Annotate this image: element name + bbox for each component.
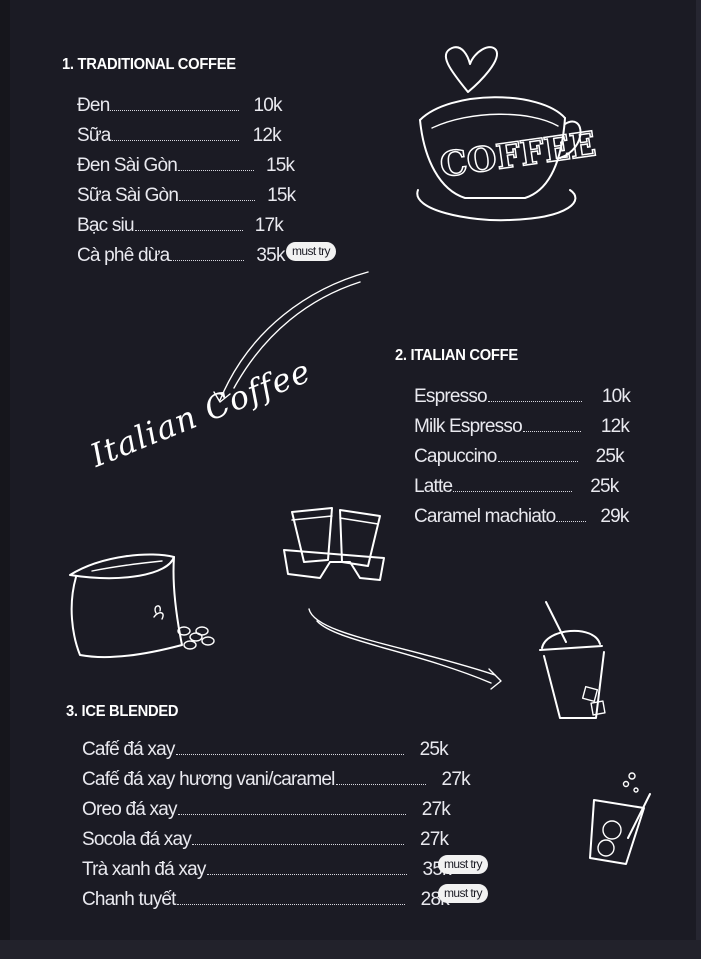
item-price: 15k <box>266 155 295 176</box>
item-price: 12k <box>600 416 630 437</box>
item-name: Bạc siu <box>77 215 135 236</box>
item-price: 27k <box>441 769 471 790</box>
menu-item: Chanh tuyết 28k <box>82 881 470 911</box>
leader-dots <box>522 431 581 432</box>
leader-dots <box>335 784 426 785</box>
menu-item: Cà phê dừa 35k <box>77 237 295 267</box>
menu-item: Latte 25k <box>414 468 630 498</box>
item-price: 10k <box>601 386 631 407</box>
item-price: 35k <box>256 245 285 266</box>
item-name: Latte <box>414 476 453 497</box>
menu-item: Cafế đá xay hương vani/caramel 27k <box>82 761 471 791</box>
item-name: Cafế đá xay <box>82 739 175 760</box>
must-try-badge: must try <box>438 855 488 874</box>
item-name: Đen <box>77 95 110 116</box>
menu-item: Milk Espresso 12k <box>414 408 630 438</box>
item-price: 10k <box>253 95 282 116</box>
leader-dots <box>134 230 243 231</box>
leader-dots <box>556 521 587 522</box>
menu-item: Oreo đá xay 27k <box>82 791 470 821</box>
item-name: Trà xanh đá xay <box>82 859 206 880</box>
leader-dots <box>497 461 578 462</box>
item-price: 27k <box>421 799 451 820</box>
item-name: Đen Sài Gòn <box>77 155 178 176</box>
item-name: Socola đá xay <box>82 829 192 850</box>
leader-dots <box>177 814 406 815</box>
item-name: Cafế đá xay hương vani/caramel <box>82 769 335 790</box>
leader-dots <box>179 200 256 201</box>
item-name: Sữa Sài Gòn <box>77 185 179 206</box>
arrow-icon <box>308 608 502 690</box>
leader-dots <box>176 904 405 905</box>
item-name: Oreo đá xay <box>82 799 178 820</box>
item-price: 25k <box>590 476 619 497</box>
lemonade-icon <box>589 772 651 865</box>
iced-drink-icon <box>539 601 606 719</box>
item-price: 25k <box>595 446 625 467</box>
section-title-italian: 2. ITALIAN COFFE <box>395 347 518 364</box>
leader-dots <box>111 140 239 141</box>
item-name: Capuccino <box>414 446 497 467</box>
takeaway-cups-icon <box>283 507 385 581</box>
coffee-bag-icon <box>69 553 215 659</box>
item-price: 27k <box>419 829 449 850</box>
item-name: Chanh tuyết <box>82 889 176 910</box>
menu-traditional: Đen 10k Sữa 12k Đen Sài Gòn 15k Sữa Sài Gòn… <box>77 87 296 267</box>
menu-ice-blended: Cafế đá xay 25k Cafế đá xay hương vani/ca… <box>82 731 471 911</box>
bottom-strip <box>0 940 701 959</box>
item-name: Cà phê dừa <box>77 245 170 266</box>
menu-item: Trà xanh đá xay 35k <box>82 851 470 881</box>
must-try-badge: must try <box>286 242 336 261</box>
item-price: 17k <box>254 215 284 236</box>
menu-item: Sữa 12k <box>77 117 295 147</box>
leader-dots <box>110 110 240 111</box>
menu-item: Cafế đá xay 25k <box>82 731 470 761</box>
cup-coffee-text: COFFEE <box>438 124 599 185</box>
must-try-badge: must try <box>438 884 488 903</box>
leader-dots <box>191 844 404 845</box>
leader-dots <box>170 260 245 261</box>
menu-item: Espresso 10k <box>414 378 631 408</box>
item-name: Caramel machiato <box>414 506 556 527</box>
item-name: Espresso <box>414 386 488 407</box>
menu-italian: Espresso 10k Milk Espresso 12k Capuccino 25… <box>414 378 631 528</box>
section-title-ice-blended: 3. ICE BLENDED <box>66 703 179 720</box>
leader-dots <box>487 401 582 402</box>
menu-item: Caramel machiato 29k <box>414 498 630 528</box>
menu-item: Capuccino 25k <box>414 438 630 468</box>
menu-item: Socola đá xay 27k <box>82 821 470 851</box>
board-edge <box>696 0 701 959</box>
menu-item: Đen Sài Gòn 15k <box>77 147 295 177</box>
leader-dots <box>206 874 407 875</box>
menu-item: Sữa Sài Gòn 15k <box>77 177 296 207</box>
leader-dots <box>178 170 254 171</box>
item-name: Sữa <box>77 125 111 146</box>
leader-dots <box>453 491 573 492</box>
leader-dots <box>175 754 404 755</box>
coffee-cup-icon: COFFEE <box>416 46 599 222</box>
item-name: Milk Espresso <box>414 416 523 437</box>
section-title-traditional: 1. TRADITIONAL COFFEE <box>62 56 236 73</box>
item-price: 12k <box>252 125 282 146</box>
item-price: 29k <box>600 506 629 527</box>
menu-item: Bạc siu 17k <box>77 207 295 237</box>
item-price: 15k <box>267 185 296 206</box>
item-price: 25k <box>419 739 449 760</box>
menu-item: Đen 10k <box>77 87 295 117</box>
